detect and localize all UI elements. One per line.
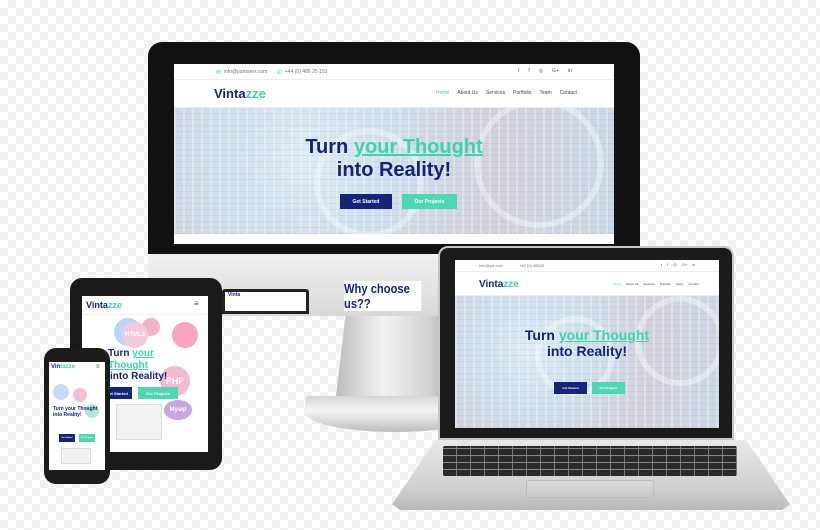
topbar-email[interactable]: info@pamarex.com [224,69,267,75]
facebook-icon[interactable]: f [667,262,668,267]
google-plus-icon[interactable]: G+ [682,262,687,267]
why-choose-us-heading: Why choose us?? [344,281,422,311]
laptop-hero-heading: Turn your Thought into Reality! [524,327,650,360]
phone-our-projects-button[interactable]: Our Projects [79,434,95,442]
laptop-topbar-phone[interactable]: +44 (0) 48625 [519,263,544,268]
hero-heading: Turn your Thought into Reality! [305,136,483,181]
bubble [53,384,69,400]
nav-contact[interactable]: Contact [560,90,577,96]
our-projects-button[interactable]: Our Projects [402,194,457,209]
phone-icon: ✆ [277,70,283,76]
mini-laptop-preview: Vinta [222,289,309,314]
instagram-icon[interactable]: ◎ [673,262,677,267]
desktop-navbar: Vintazze Home About Us Services Portfoli… [174,80,614,108]
phone-hero-heading: Turn your Thought into Reality! [53,406,98,418]
nav-services[interactable]: Services [486,90,505,96]
tablet-device-illustration [116,404,162,440]
phone-get-started-button[interactable]: Get Started [59,434,75,442]
mini-laptop-screen: Vinta [225,292,306,311]
laptop-our-projects-button[interactable]: Our Projects [592,382,625,394]
desktop-screen: ✉ info@pamarex.com ✆ +44 (0) 486 25 153 … [174,64,614,244]
html5-bubble: HTML5 [122,322,148,348]
linkedin-icon[interactable]: in [568,68,572,74]
desktop-hero: Turn your Thought into Reality! Get Star… [174,108,614,234]
laptop-screen: info@ytz.com +44 (0) 48625 t f ◎ G+ in V… [455,260,719,428]
laptop-nav-contact[interactable]: Contact [688,282,698,286]
laptop-nav-portfolio[interactable]: Portfolio [660,282,671,286]
hamburger-menu-icon[interactable]: ≡ [194,299,199,308]
laptop-keyboard [443,446,737,476]
linkedin-icon[interactable]: in [692,262,695,267]
site-logo[interactable]: Vintazze [214,86,266,101]
desktop-monitor-stand [336,316,454,396]
instagram-icon[interactable]: ◎ [539,68,543,74]
phone-menu-icon[interactable]: ≡ [96,364,100,370]
hero-overlay [455,296,719,428]
mail-icon: ✉ [216,70,222,76]
laptop-nav-home[interactable]: Home [613,282,621,286]
tablet-logo[interactable]: Vintazze [86,300,122,310]
laptop-nav-services[interactable]: Services [643,282,655,286]
tablet-divider [82,314,208,315]
laptop-nav-about-us[interactable]: About Us [626,282,638,286]
laptop-topbar-email[interactable]: info@ytz.com [479,263,503,268]
twitter-icon[interactable]: t [661,262,662,267]
laptop-hero: Turn your Thought into Reality! Get Star… [455,296,719,428]
phone-device-illustration [61,448,91,464]
nav-about-us[interactable]: About Us [457,90,478,96]
bubble [73,388,87,402]
google-plus-icon[interactable]: G+ [552,68,559,74]
bubble [172,322,198,348]
laptop-topbar: info@ytz.com +44 (0) 48625 t f ◎ G+ in [455,260,719,272]
laptop-navbar: Vintazze Home About Us Services Portfoli… [455,272,719,296]
phone-screen: Vintazze ≡ Turn your Thought into Realit… [49,362,105,470]
mini-logo: Vinta [228,292,241,298]
facebook-icon[interactable]: f [528,68,529,74]
laptop-trackpad [526,480,654,498]
desktop-topbar: ✉ info@pamarex.com ✆ +44 (0) 486 25 153 … [174,64,614,80]
laptop-get-started-button[interactable]: Get Started [554,382,587,394]
nav-home[interactable]: Home [436,90,449,96]
laptop-nav-team[interactable]: Team [676,282,683,286]
laptop-logo[interactable]: Vintazze [479,279,519,290]
nav-portfolio[interactable]: Portfolio [513,90,531,96]
get-started-button[interactable]: Get Started [340,194,392,209]
phone-logo[interactable]: Vintazze [51,364,75,370]
mysql-bubble: Mysql [164,400,192,420]
topbar-phone[interactable]: +44 (0) 486 25 153 [285,69,327,75]
tablet-our-projects-button[interactable]: Our Projects [138,387,178,399]
twitter-icon[interactable]: t [518,68,519,74]
nav-team[interactable]: Team [539,90,551,96]
